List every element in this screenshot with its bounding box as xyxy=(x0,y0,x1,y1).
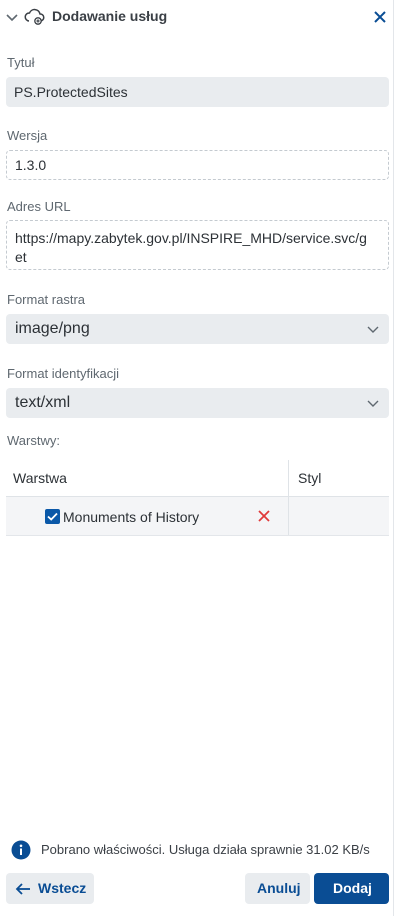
layers-table: Warstwa Styl Monuments of History xyxy=(6,460,389,536)
ident-format-value: text/xml xyxy=(15,394,71,411)
panel-header: Dodawanie usług xyxy=(0,0,393,34)
version-label: Wersja xyxy=(7,128,48,143)
column-header-layer: Warstwa xyxy=(13,470,67,486)
url-line-2: et xyxy=(15,249,27,265)
column-header-style: Styl xyxy=(298,470,322,486)
cloud-service-icon xyxy=(24,8,45,25)
chevron-down-icon xyxy=(367,326,379,333)
chevron-down-icon xyxy=(367,400,379,407)
raster-format-select[interactable]: image/png xyxy=(6,314,389,344)
layer-checkbox[interactable] xyxy=(45,509,60,524)
info-icon xyxy=(11,840,31,860)
layers-label: Warstwy: xyxy=(7,433,60,448)
ident-format-label: Format identyfikacji xyxy=(7,366,119,381)
back-button[interactable]: Wstecz xyxy=(6,873,94,904)
arrow-left-icon xyxy=(15,883,30,895)
url-label: Adres URL xyxy=(7,199,71,214)
url-field[interactable]: https://mapy.zabytek.gov.pl/INSPIRE_MHD/… xyxy=(6,220,389,270)
panel-title: Dodawanie usług xyxy=(52,8,168,24)
ident-format-select[interactable]: text/xml xyxy=(6,388,389,418)
cancel-button[interactable]: Anuluj xyxy=(245,873,310,904)
add-service-panel: Dodawanie usług Tytuł PS.ProtectedSites … xyxy=(0,0,394,916)
chevron-down-icon[interactable] xyxy=(5,10,19,24)
raster-format-label: Format rastra xyxy=(7,292,86,307)
title-field[interactable]: PS.ProtectedSites xyxy=(6,77,389,107)
column-divider xyxy=(288,460,289,535)
add-button[interactable]: Dodaj xyxy=(314,873,389,904)
remove-icon[interactable] xyxy=(257,509,271,523)
status-message: Pobrano właściwości. Usługa działa spraw… xyxy=(41,842,370,857)
raster-format-value: image/png xyxy=(15,320,90,337)
title-label: Tytuł xyxy=(7,55,35,70)
version-field[interactable]: 1.3.0 xyxy=(6,150,389,180)
cancel-button-label: Anuluj xyxy=(257,880,301,896)
table-row: Monuments of History xyxy=(6,497,389,536)
layer-name: Monuments of History xyxy=(63,509,200,525)
check-icon xyxy=(47,512,58,521)
close-icon[interactable] xyxy=(372,9,388,25)
back-button-label: Wstecz xyxy=(38,880,87,896)
table-header: Warstwa Styl xyxy=(6,460,389,497)
url-line-1: https://mapy.zabytek.gov.pl/INSPIRE_MHD/… xyxy=(15,230,367,246)
add-button-label: Dodaj xyxy=(333,880,372,896)
